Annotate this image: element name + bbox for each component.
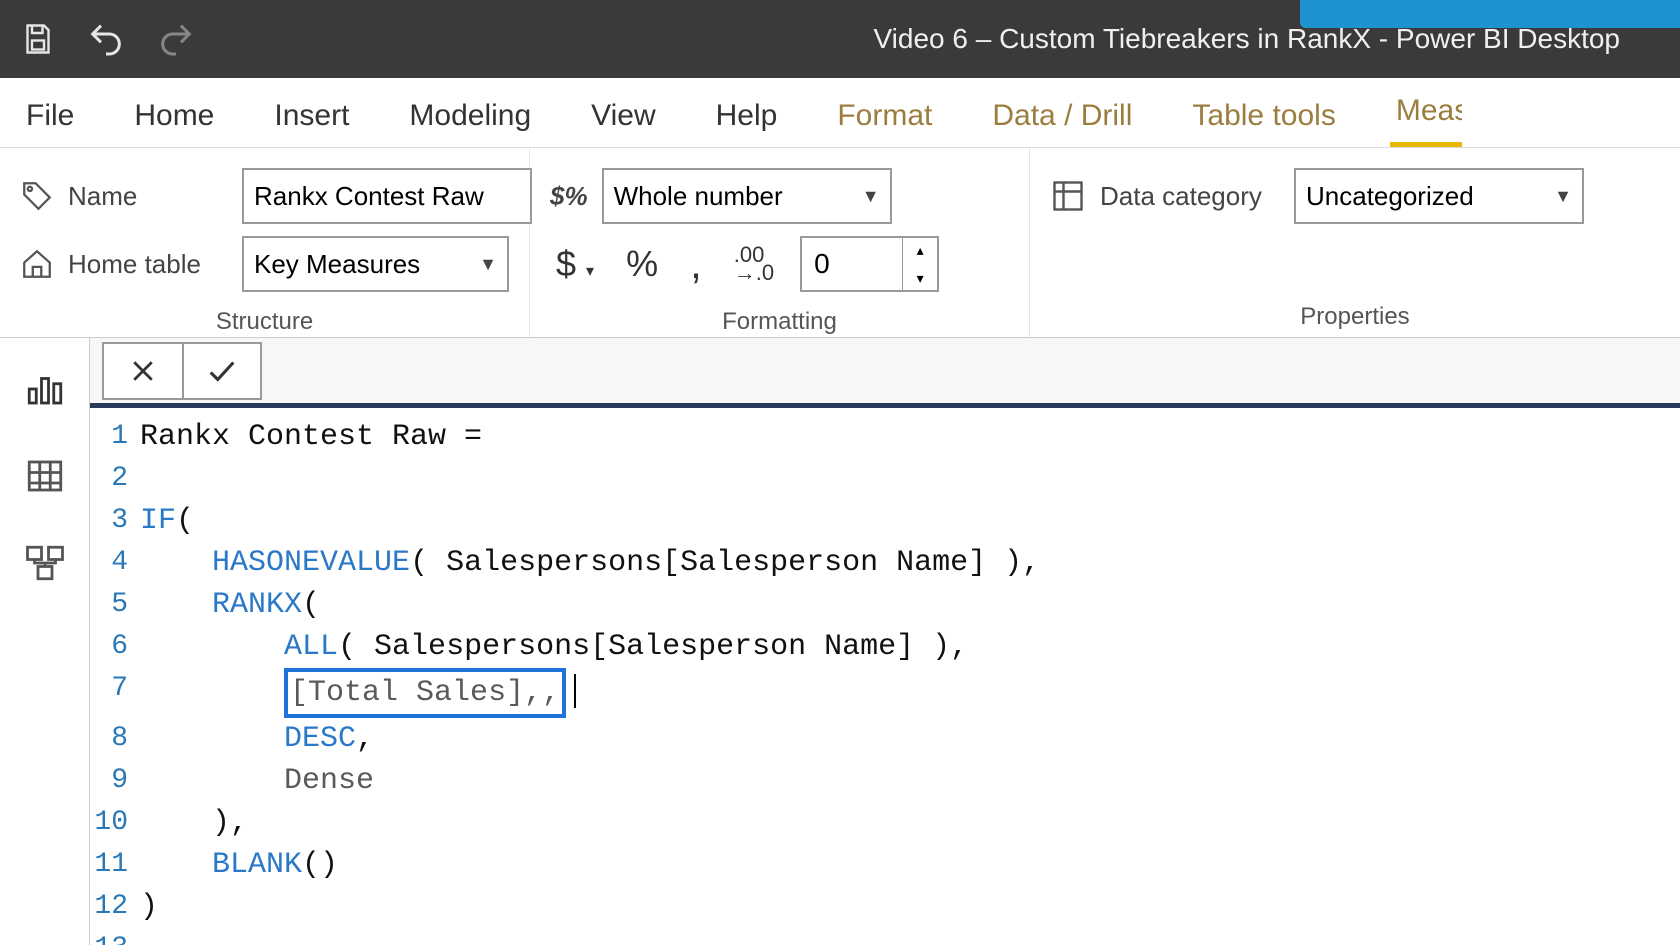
data-category-select[interactable]: Uncategorized ▼	[1294, 168, 1584, 224]
group-properties-label: Properties	[1050, 299, 1660, 331]
code-line: 2	[90, 458, 1680, 500]
group-structure-label: Structure	[20, 304, 509, 336]
home-table-label: Home table	[68, 249, 228, 280]
data-category-label: Data category	[1100, 181, 1280, 212]
tab-measure-tools[interactable]: Meas	[1390, 80, 1462, 147]
code-line: 7 [Total Sales],,	[90, 668, 1680, 718]
tag-icon	[20, 179, 54, 213]
code-line: 12)	[90, 886, 1680, 928]
line-number: 7	[90, 668, 140, 718]
line-number: 9	[90, 760, 140, 802]
format-type-icon: $%	[550, 181, 588, 212]
decimal-value: 0	[802, 248, 902, 280]
code-text[interactable]: DESC,	[140, 718, 374, 760]
tab-home[interactable]: Home	[128, 85, 220, 147]
tab-insert[interactable]: Insert	[268, 85, 355, 147]
chevron-down-icon: ▼	[862, 186, 880, 207]
code-area[interactable]: 1Rankx Contest Raw =23IF(4 HASONEVALUE( …	[90, 408, 1680, 945]
chevron-down-icon: ▼	[479, 254, 497, 275]
home-icon	[20, 247, 54, 281]
code-text[interactable]: Dense	[140, 760, 374, 802]
code-line: 4 HASONEVALUE( Salespersons[Salesperson …	[90, 542, 1680, 584]
code-line: 9 Dense	[90, 760, 1680, 802]
highlight-box: [Total Sales],,	[284, 668, 566, 718]
currency-button[interactable]: $ ▾	[550, 241, 600, 287]
home-table-select[interactable]: Key Measures ▼	[242, 236, 509, 292]
code-text[interactable]: [Total Sales],,	[140, 668, 576, 718]
category-icon	[1050, 178, 1086, 214]
stepper-down[interactable]: ▾	[903, 264, 937, 292]
measure-name-input[interactable]	[242, 168, 532, 224]
home-table-value: Key Measures	[254, 249, 420, 280]
group-properties: Data category Uncategorized ▼ Properties	[1030, 148, 1680, 337]
code-text[interactable]: Rankx Contest Raw =	[140, 416, 482, 458]
stepper-up[interactable]: ▴	[903, 236, 937, 264]
line-number: 2	[90, 458, 140, 500]
thousands-button[interactable]: ,	[684, 252, 708, 276]
percent-button[interactable]: %	[620, 241, 664, 287]
code-text[interactable]: RANKX(	[140, 584, 320, 626]
code-line: 8 DESC,	[90, 718, 1680, 760]
group-formatting: $% Whole number ▼ $ ▾ % , .00→.0 0 ▴ ▾	[530, 148, 1030, 337]
line-number: 12	[90, 886, 140, 928]
line-number: 5	[90, 584, 140, 626]
view-bar	[0, 338, 90, 945]
line-number: 11	[90, 844, 140, 886]
text-cursor	[574, 674, 576, 708]
code-line: 10 ),	[90, 802, 1680, 844]
code-text[interactable]: ALL( Salespersons[Salesperson Name] ),	[140, 626, 968, 668]
name-label: Name	[68, 181, 228, 212]
code-text[interactable]: ),	[140, 802, 248, 844]
code-text[interactable]: HASONEVALUE( Salespersons[Salesperson Na…	[140, 542, 1040, 584]
tab-table-tools[interactable]: Table tools	[1186, 85, 1341, 147]
code-line: 11 BLANK()	[90, 844, 1680, 886]
chevron-down-icon: ▼	[1554, 186, 1572, 207]
code-line: 6 ALL( Salespersons[Salesperson Name] ),	[90, 626, 1680, 668]
tab-help[interactable]: Help	[710, 85, 784, 147]
main: 1Rankx Contest Raw =23IF(4 HASONEVALUE( …	[0, 338, 1680, 945]
code-line: 5 RANKX(	[90, 584, 1680, 626]
format-type-value: Whole number	[614, 181, 783, 212]
cancel-button[interactable]	[102, 342, 182, 400]
decimal-stepper[interactable]: 0 ▴ ▾	[800, 236, 939, 292]
model-view-button[interactable]	[24, 542, 66, 589]
line-number: 10	[90, 802, 140, 844]
line-number: 4	[90, 542, 140, 584]
group-structure: Name Home table Key Measures ▼ Structure	[0, 148, 530, 337]
report-view-button[interactable]	[24, 368, 66, 415]
formula-actions	[90, 338, 1680, 408]
ribbon-tabs: File Home Insert Modeling View Help Form…	[0, 78, 1680, 148]
code-text[interactable]: )	[140, 886, 158, 928]
commit-button[interactable]	[182, 342, 262, 400]
code-text[interactable]: IF(	[140, 500, 194, 542]
undo-icon[interactable]	[86, 19, 126, 59]
tab-modeling[interactable]: Modeling	[403, 85, 537, 147]
data-view-button[interactable]	[24, 455, 66, 502]
tab-data-drill[interactable]: Data / Drill	[986, 85, 1138, 147]
ribbon: Name Home table Key Measures ▼ Structure…	[0, 148, 1680, 338]
redo-icon[interactable]	[156, 19, 196, 59]
code-line: 13	[90, 928, 1680, 945]
format-type-select[interactable]: Whole number ▼	[602, 168, 892, 224]
tab-format[interactable]: Format	[831, 85, 938, 147]
line-number: 13	[90, 928, 140, 945]
code-line: 1Rankx Contest Raw =	[90, 416, 1680, 458]
save-icon[interactable]	[20, 21, 56, 57]
group-formatting-label: Formatting	[550, 304, 1009, 336]
code-text[interactable]: BLANK()	[140, 844, 338, 886]
line-number: 6	[90, 626, 140, 668]
line-number: 3	[90, 500, 140, 542]
formula-editor: 1Rankx Contest Raw =23IF(4 HASONEVALUE( …	[90, 338, 1680, 945]
tab-view[interactable]: View	[585, 85, 661, 147]
line-number: 1	[90, 416, 140, 458]
tab-file[interactable]: File	[20, 85, 80, 147]
data-category-value: Uncategorized	[1306, 181, 1474, 212]
decimal-precision-icon[interactable]: .00→.0	[728, 244, 780, 284]
signin-bar[interactable]	[1300, 0, 1680, 28]
code-line: 3IF(	[90, 500, 1680, 542]
line-number: 8	[90, 718, 140, 760]
